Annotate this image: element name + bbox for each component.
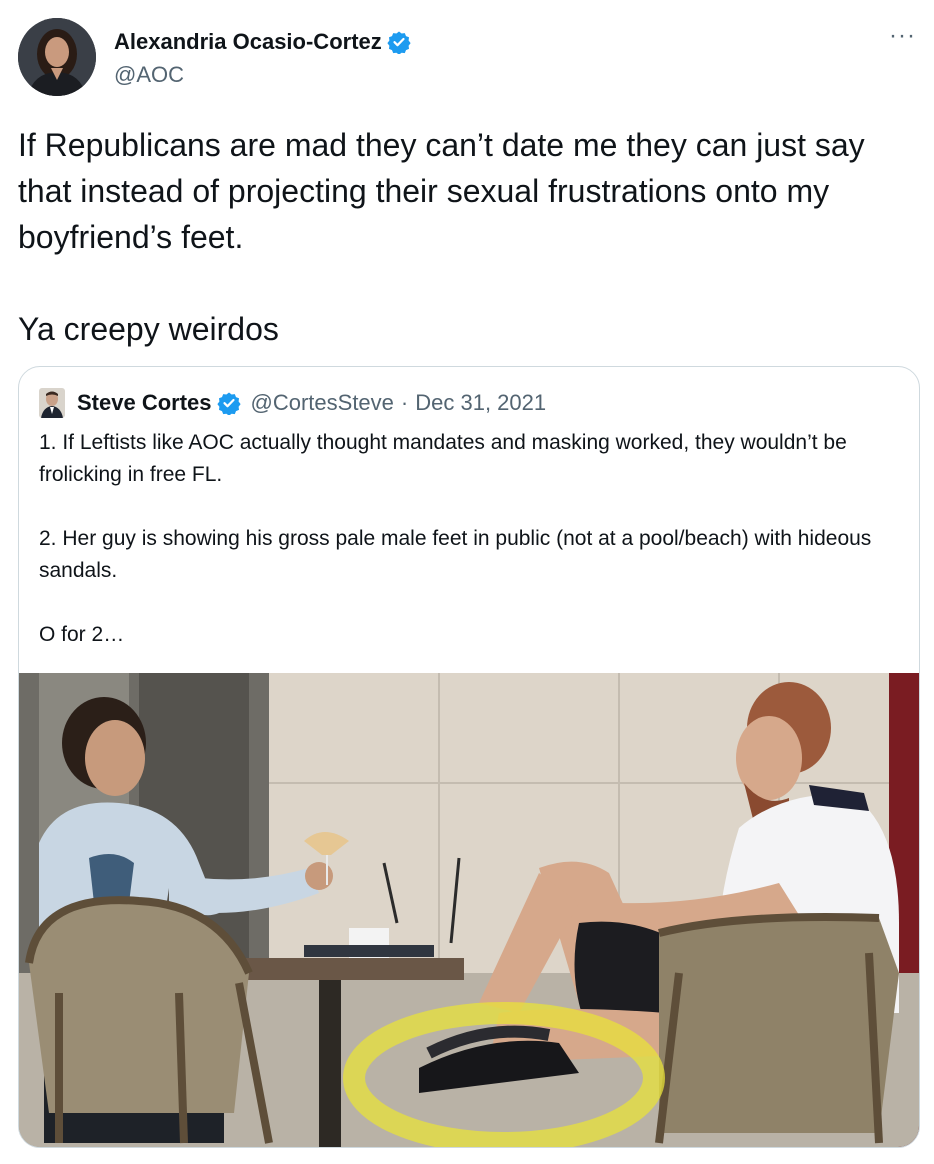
author-avatar[interactable] [18,18,96,96]
quoted-author-avatar[interactable] [39,388,65,418]
quoted-tweet[interactable]: Steve Cortes @CortesSteve · Dec 31, 2021… [18,366,920,1148]
quoted-author-handle[interactable]: @CortesSteve [251,390,394,416]
tweet-header: Alexandria Ocasio-Cortez @AOC ··· [18,18,918,100]
more-options-icon[interactable]: ··· [889,24,916,48]
separator-dot: · [400,390,409,415]
quoted-tweet-text: 1. If Leftists like AOC actually thought… [39,431,872,646]
author-display-name[interactable]: Alexandria Ocasio-Cortez [114,29,382,55]
quoted-author-display-name[interactable]: Steve Cortes [77,390,212,416]
author-handle[interactable]: @AOC [114,62,184,88]
quoted-tweet-date[interactable]: Dec 31, 2021 [415,390,546,416]
verified-badge-icon [387,30,411,55]
quoted-tweet-photo[interactable] [19,673,919,1147]
author-name-row: Alexandria Ocasio-Cortez [114,28,411,56]
quoted-verified-badge-icon [216,391,241,416]
tweet-text: If Republicans are mad they can’t date m… [18,127,865,347]
tweet-card: Alexandria Ocasio-Cortez @AOC ··· If Rep… [0,0,934,1164]
quoted-tweet-header: Steve Cortes @CortesSteve · Dec 31, 2021 [39,387,546,419]
